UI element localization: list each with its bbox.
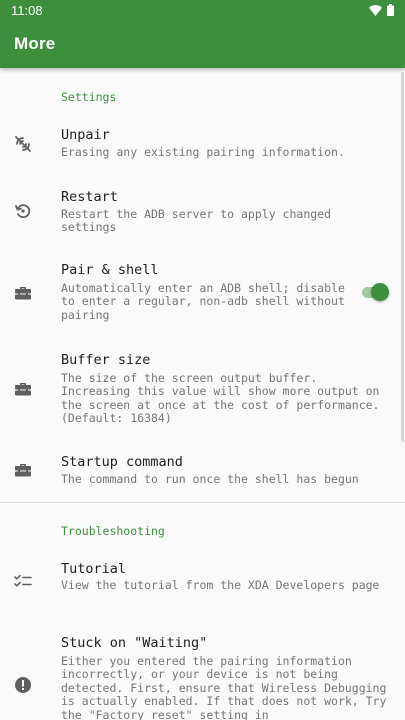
pref-startup-command[interactable]: Startup command The command to run once … xyxy=(0,447,405,501)
pref-stuck-waiting-title: Stuck on "Waiting" xyxy=(61,635,208,651)
scrollbar[interactable] xyxy=(401,72,404,442)
restart-icon xyxy=(13,201,33,221)
status-icons xyxy=(369,4,394,19)
pref-stuck-waiting[interactable]: Stuck on "Waiting" Either you entered th… xyxy=(0,624,405,720)
section-header-settings: Settings xyxy=(61,90,117,104)
unpair-icon xyxy=(13,134,33,154)
pref-startup-command-summary: The command to run once the shell has be… xyxy=(61,472,359,486)
pref-tutorial-title: Tutorial xyxy=(61,561,127,577)
pref-tutorial-summary: View the tutorial from the XDA Developer… xyxy=(61,578,380,592)
pref-pair-shell[interactable]: Pair & shell Automatically enter an ADB … xyxy=(0,252,405,344)
pref-stuck-waiting-summary: Either you entered the pairing informati… xyxy=(61,654,387,720)
pref-buffer-size[interactable]: Buffer size The size of the screen outpu… xyxy=(0,344,405,447)
page-title: More xyxy=(14,34,56,53)
section-divider xyxy=(0,502,405,503)
pref-unpair-title: Unpair xyxy=(61,127,110,143)
toolbox-icon xyxy=(13,283,33,303)
checklist-icon xyxy=(13,571,33,591)
pref-unpair[interactable]: Unpair Erasing any existing pairing info… xyxy=(0,120,405,182)
battery-icon xyxy=(387,4,394,19)
status-bar: 11:08 xyxy=(0,0,405,22)
pref-pair-shell-summary: Automatically enter an ADB shell; disabl… xyxy=(61,281,345,322)
toolbox-icon xyxy=(13,379,33,399)
status-time: 11:08 xyxy=(11,3,43,18)
toggle-thumb xyxy=(371,283,389,301)
pref-startup-command-title: Startup command xyxy=(61,454,183,470)
wifi-icon xyxy=(369,4,382,19)
toolbox-icon xyxy=(13,460,33,480)
pref-pair-shell-title: Pair & shell xyxy=(61,262,159,278)
pref-restart-summary: Restart the ADB server to apply changed … xyxy=(61,207,332,235)
pref-restart-title: Restart xyxy=(61,189,118,205)
pref-unpair-summary: Erasing any existing pairing information… xyxy=(61,145,345,159)
pref-buffer-size-summary: The size of the screen output buffer. In… xyxy=(61,371,380,426)
pref-restart[interactable]: Restart Restart the ADB server to apply … xyxy=(0,182,405,252)
section-header-troubleshooting: Troubleshooting xyxy=(61,524,165,538)
pref-buffer-size-title: Buffer size xyxy=(61,352,151,368)
preferences-list[interactable]: Settings Unpair Erasing any existing pai… xyxy=(0,68,405,720)
alert-icon xyxy=(13,675,33,695)
pair-shell-toggle[interactable] xyxy=(360,282,390,302)
app-bar: More xyxy=(0,22,405,68)
pref-tutorial[interactable]: Tutorial View the tutorial from the XDA … xyxy=(0,554,405,624)
